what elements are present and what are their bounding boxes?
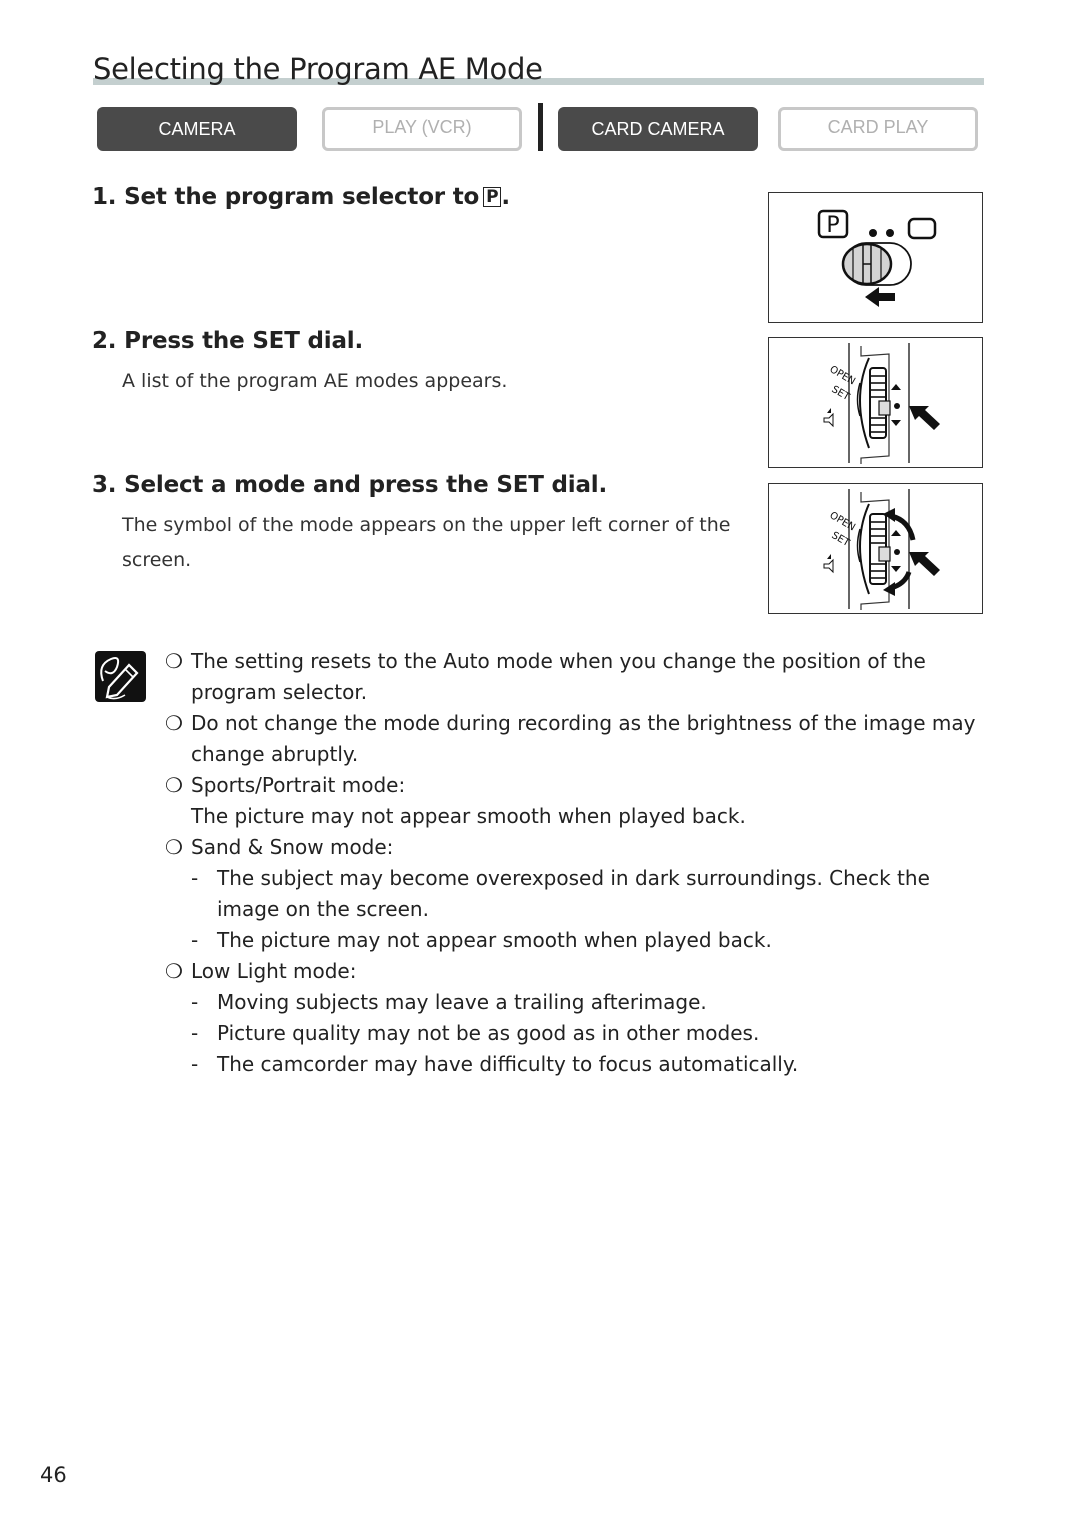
mode-separator (538, 103, 543, 151)
step-text: Press the SET dial. (124, 328, 363, 354)
press-arrow-icon (909, 406, 940, 430)
step-text: Select a mode and press the SET dial. (124, 472, 607, 498)
dash-marker: - (191, 990, 199, 1014)
detent-dot (886, 229, 894, 237)
note-item: ❍ The setting resets to the Auto mode wh… (165, 646, 995, 708)
step-number: 2. (92, 328, 117, 354)
step-3-body: The symbol of the mode appears on the up… (122, 508, 762, 578)
mode-play-vcr: PLAY (VCR) (322, 107, 522, 151)
step-2-body: A list of the program AE modes appears. (122, 370, 508, 392)
set-dial-turn-illustration: OPEN SET (823, 489, 940, 610)
note-line: Sports/Portrait mode: (191, 773, 406, 797)
step-3-body-line: screen. (122, 549, 192, 571)
step-2-heading: 2. Press the SET dial. (92, 328, 363, 354)
dash-marker: - (191, 1052, 199, 1076)
note-line: The camcorder may have difficulty to foc… (217, 1052, 799, 1076)
mode-card-play: CARD PLAY (778, 107, 978, 151)
note-item: ❍ Do not change the mode during recordin… (165, 708, 995, 770)
dash-marker: - (191, 1021, 199, 1045)
speaker-icon (823, 412, 834, 428)
program-selector-illustration: P (817, 209, 937, 307)
bullet-icon: ❍ (165, 773, 183, 797)
press-arrow-icon (909, 552, 940, 576)
note-item: ❍ Sports/Portrait mode: The picture may … (165, 770, 995, 832)
mode-camera: CAMERA (97, 107, 297, 151)
bullet-icon: ❍ (165, 711, 183, 735)
bullet-icon: ❍ (165, 959, 183, 983)
dash-marker: - (191, 866, 199, 890)
note-item: ❍ Sand & Snow mode: (165, 832, 995, 863)
note-subitem: - Moving subjects may leave a trailing a… (165, 987, 995, 1018)
page-title: Selecting the Program AE Mode (93, 52, 543, 86)
step-number: 3. (92, 472, 117, 498)
set-dial-press-figure: OPEN SET (768, 337, 983, 468)
p-mode-label: P (826, 213, 839, 238)
note-line: The setting resets to the Auto mode when… (191, 649, 926, 673)
open-label: OPEN (828, 364, 857, 387)
step-3-body-line: The symbol of the mode appears on the up… (122, 514, 731, 536)
speaker-icon (823, 558, 834, 574)
set-dial-turn-figure: OPEN SET (768, 483, 983, 614)
note-subitem: - The picture may not appear smooth when… (165, 925, 995, 956)
step-1-heading: 1. Set the program selector to P. (92, 184, 510, 210)
note-line: image on the screen. (217, 897, 429, 921)
note-line: change abruptly. (191, 742, 359, 766)
step-3-heading: 3. Select a mode and press the SET dial. (92, 472, 607, 498)
note-line: Do not change the mode during recording … (191, 711, 976, 735)
detent-dot (869, 229, 877, 237)
bullet-icon: ❍ (165, 649, 183, 673)
set-dial-press-illustration: OPEN SET (823, 343, 940, 464)
note-subitem: - The subject may become overexposed in … (165, 863, 995, 925)
open-label: OPEN (828, 510, 857, 533)
program-p-icon: P (483, 187, 502, 207)
left-arrow-icon (865, 287, 895, 307)
notes-list: ❍ The setting resets to the Auto mode wh… (165, 646, 995, 1080)
page-number: 46 (40, 1463, 67, 1487)
step-number: 1. (92, 184, 117, 210)
note-line: program selector. (191, 680, 368, 704)
note-line: Low Light mode: (191, 959, 357, 983)
note-line: The picture may not appear smooth when p… (217, 928, 772, 952)
auto-mode-mark (907, 217, 937, 240)
note-line: Moving subjects may leave a trailing aft… (217, 990, 707, 1014)
mode-card-camera: CARD CAMERA (558, 107, 758, 151)
program-selector-figure: P (768, 192, 983, 323)
note-line: Picture quality may not be as good as in… (217, 1021, 760, 1045)
bullet-icon: ❍ (165, 835, 183, 859)
note-item: ❍ Low Light mode: (165, 956, 995, 987)
note-line: The picture may not appear smooth when p… (191, 804, 746, 828)
note-subitem: - The camcorder may have difficulty to f… (165, 1049, 995, 1080)
note-line: The subject may become overexposed in da… (217, 866, 930, 890)
dash-marker: - (191, 928, 199, 952)
step-suffix: . (501, 184, 510, 210)
note-line: Sand & Snow mode: (191, 835, 394, 859)
pencil-note-icon (95, 651, 146, 702)
step-text: Set the program selector to (124, 184, 480, 210)
note-subitem: - Picture quality may not be as good as … (165, 1018, 995, 1049)
